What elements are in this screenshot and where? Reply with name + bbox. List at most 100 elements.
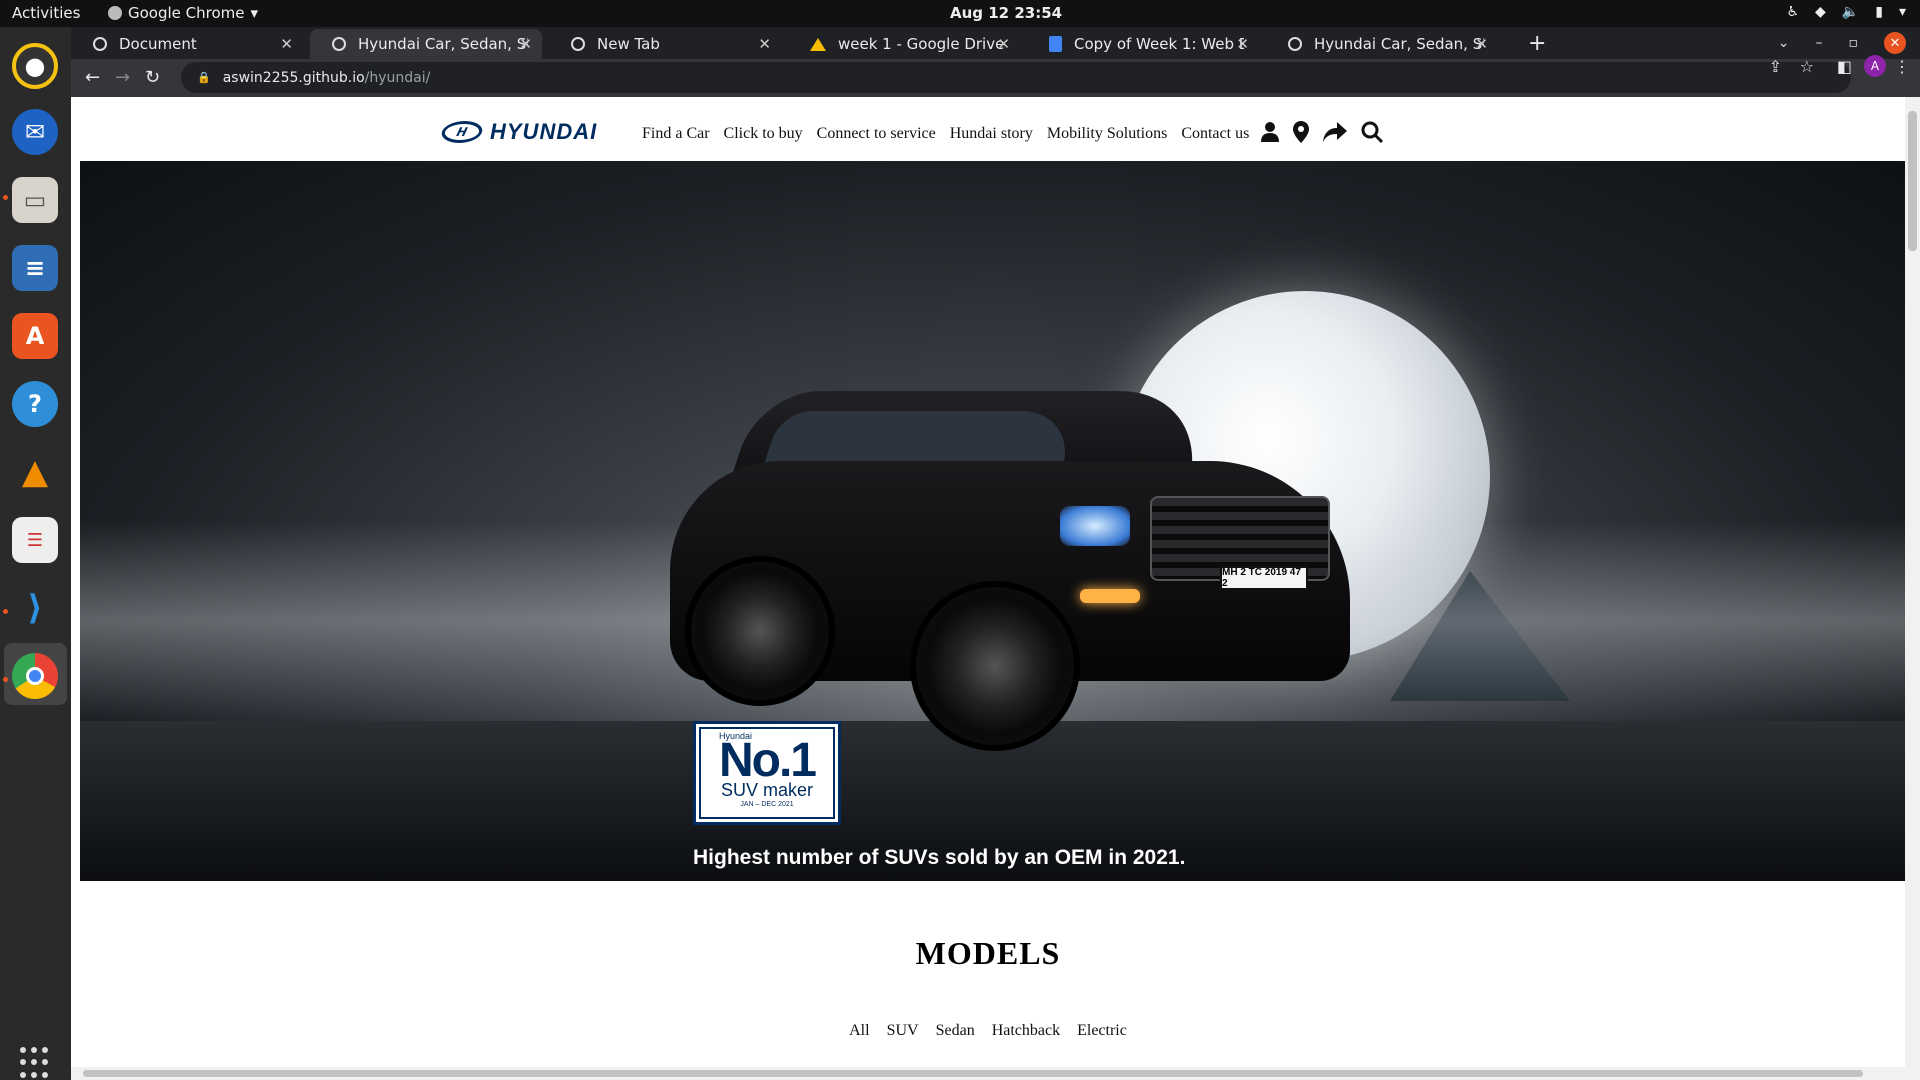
menu-find-a-car[interactable]: Find a Car xyxy=(642,125,710,143)
tab-strip: Document✕ Hyundai Car, Sedan, SUV,✕ New … xyxy=(71,27,1920,59)
address-bar[interactable]: 🔒 aswin2255.github.io/hyundai/ xyxy=(181,62,1851,93)
close-tab-icon[interactable]: ✕ xyxy=(758,35,771,53)
tab-hyundai-active[interactable]: Hyundai Car, Sedan, SUV,✕ xyxy=(310,29,542,59)
minimize-button[interactable]: – xyxy=(1816,35,1823,51)
close-tab-icon[interactable]: ✕ xyxy=(1475,35,1488,53)
app-menu[interactable]: Google Chrome ▾ xyxy=(108,4,258,22)
model-filters: All SUV Sedan Hatchback Electric xyxy=(71,1022,1905,1040)
location-pin-icon[interactable] xyxy=(1293,121,1309,148)
tab-hyundai-2[interactable]: Hyundai Car, Sedan, SUV,✕ xyxy=(1266,29,1498,59)
more-menu-icon[interactable]: ⋮ xyxy=(1894,57,1910,76)
bookmark-star-icon[interactable]: ☆ xyxy=(1800,57,1814,76)
models-heading: MODELS xyxy=(915,935,1061,971)
volume-icon[interactable]: 🔈 xyxy=(1842,4,1859,20)
share-icon[interactable]: ⇪ xyxy=(1769,57,1782,76)
globe-icon xyxy=(93,37,107,51)
tab-search-icon[interactable]: ⌄ xyxy=(1778,35,1790,51)
show-apps-icon[interactable] xyxy=(20,1047,52,1079)
menu-hundai-story[interactable]: Hundai story xyxy=(950,125,1033,143)
drive-icon xyxy=(810,37,826,51)
header-icons xyxy=(1261,121,1384,148)
globe-icon xyxy=(1288,37,1302,51)
horizontal-scroll-thumb[interactable] xyxy=(83,1070,1863,1077)
rhythmbox-icon[interactable]: ● xyxy=(12,43,58,89)
close-tab-icon[interactable]: ✕ xyxy=(997,35,1010,53)
search-icon[interactable] xyxy=(1361,121,1384,148)
no1-suv-badge: Hyundai No.1 SUV maker JAN – DEC 2021 xyxy=(693,721,841,825)
browser-toolbar: ← → ↻ 🔒 aswin2255.github.io/hyundai/ ⇪ ☆… xyxy=(71,55,1920,97)
system-tray[interactable]: ♿ ◆ 🔈 ▮ ▾ xyxy=(1786,4,1906,20)
globe-icon xyxy=(571,37,585,51)
lock-icon[interactable]: 🔒 xyxy=(197,71,211,84)
vertical-scroll-thumb[interactable] xyxy=(1908,111,1917,251)
filter-hatchback[interactable]: Hatchback xyxy=(992,1022,1060,1040)
hero-banner[interactable]: MH 2 TC 2019 47 2 Hyundai No.1 SUV maker… xyxy=(80,161,1905,881)
system-top-bar: Activities Google Chrome ▾ Aug 12 23:54 ♿… xyxy=(0,0,1920,27)
document-viewer-icon[interactable]: ☰ xyxy=(12,517,58,563)
hyundai-emblem-icon: H xyxy=(439,121,485,143)
url-path: /hyundai/ xyxy=(364,69,431,86)
site-header: H HYUNDAI Find a Car Click to buy Connec… xyxy=(71,97,1905,161)
profile-avatar[interactable]: A xyxy=(1864,55,1886,77)
tab-google-doc[interactable]: Copy of Week 1: Web Desi✕ xyxy=(1027,29,1259,59)
software-center-icon[interactable]: A xyxy=(12,313,58,359)
vscode-icon[interactable]: ⟩ xyxy=(12,585,58,631)
front-wheel xyxy=(910,581,1080,751)
hyundai-logo[interactable]: H HYUNDAI xyxy=(439,119,597,145)
clock[interactable]: Aug 12 23:54 xyxy=(950,4,1062,22)
vlc-icon[interactable]: ▲ xyxy=(12,449,58,495)
fog-light xyxy=(1080,589,1140,603)
url-host: aswin2255.github.io xyxy=(222,69,365,86)
chrome-app-icon xyxy=(108,6,122,20)
power-menu-icon[interactable]: ▾ xyxy=(1899,4,1906,20)
close-tab-icon[interactable]: ✕ xyxy=(280,35,293,53)
chevron-down-icon: ▾ xyxy=(250,4,259,22)
globe-icon xyxy=(332,37,346,51)
rear-wheel xyxy=(685,556,835,706)
close-tab-icon[interactable]: ✕ xyxy=(1236,35,1249,53)
menu-mobility-solutions[interactable]: Mobility Solutions xyxy=(1047,125,1167,143)
app-name: Google Chrome xyxy=(128,4,245,22)
tab-document[interactable]: Document ✕ xyxy=(71,29,303,59)
docs-icon xyxy=(1049,36,1062,52)
help-icon[interactable]: ? xyxy=(12,381,58,427)
menu-contact-us[interactable]: Contact us xyxy=(1181,125,1249,143)
tab-google-drive[interactable]: week 1 - Google Drive ✕ xyxy=(788,29,1020,59)
new-tab-button[interactable]: + xyxy=(1528,31,1546,56)
files-icon[interactable]: ▭ xyxy=(12,177,58,223)
running-indicator xyxy=(3,609,8,614)
forward-button[interactable]: → xyxy=(115,67,130,88)
menu-connect-to-service[interactable]: Connect to service xyxy=(817,125,936,143)
accessibility-icon[interactable]: ♿ xyxy=(1786,4,1799,20)
side-panel-icon[interactable]: ◧ xyxy=(1837,57,1852,76)
main-menu: Find a Car Click to buy Connect to servi… xyxy=(642,125,1249,143)
writer-icon[interactable]: ≡ xyxy=(12,245,58,291)
maximize-button[interactable]: ▫ xyxy=(1849,35,1859,51)
close-window-button[interactable]: ✕ xyxy=(1884,32,1906,54)
tab-new-tab[interactable]: New Tab ✕ xyxy=(549,29,781,59)
filter-sedan[interactable]: Sedan xyxy=(936,1022,975,1040)
user-icon[interactable] xyxy=(1261,122,1279,147)
close-tab-icon[interactable]: ✕ xyxy=(519,35,532,53)
badge-period: JAN – DEC 2021 xyxy=(740,801,794,808)
browser-window: Document✕ Hyundai Car, Sedan, SUV,✕ New … xyxy=(71,27,1920,1080)
filter-all[interactable]: All xyxy=(849,1022,869,1040)
filter-suv[interactable]: SUV xyxy=(887,1022,919,1040)
activities-button[interactable]: Activities xyxy=(12,4,80,22)
back-button[interactable]: ← xyxy=(85,67,100,88)
wifi-icon[interactable]: ◆ xyxy=(1815,4,1826,20)
battery-icon[interactable]: ▮ xyxy=(1875,4,1883,20)
menu-click-to-buy[interactable]: Click to buy xyxy=(724,125,803,143)
share-arrow-icon[interactable] xyxy=(1323,122,1347,147)
filter-electric[interactable]: Electric xyxy=(1077,1022,1127,1040)
vertical-scrollbar[interactable] xyxy=(1905,97,1920,1067)
headlight xyxy=(1060,506,1130,546)
running-indicator xyxy=(3,677,8,682)
thunderbird-icon[interactable]: ✉ xyxy=(12,109,58,155)
reload-button[interactable]: ↻ xyxy=(145,67,160,88)
badge-rank: No.1 xyxy=(718,734,817,787)
chrome-icon[interactable] xyxy=(12,653,58,699)
horizontal-scrollbar[interactable] xyxy=(71,1067,1920,1080)
license-plate: MH 2 TC 2019 47 2 xyxy=(1220,566,1308,590)
window-controls: ⌄ – ▫ ✕ xyxy=(1778,32,1906,54)
